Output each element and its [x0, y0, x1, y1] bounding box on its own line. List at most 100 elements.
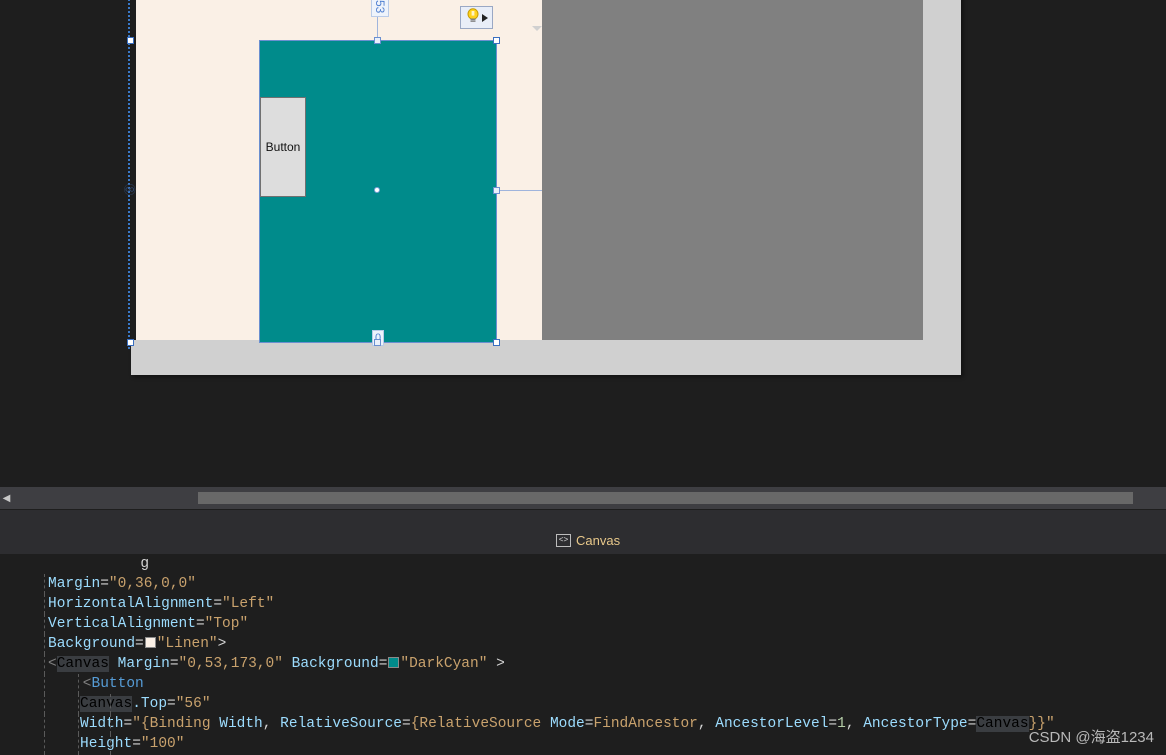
- scrollbar-thumb[interactable]: [198, 492, 1133, 504]
- code-token: "100": [140, 736, 185, 752]
- code-token: HorizontalAlignment: [48, 596, 214, 612]
- code-line[interactable]: <Button: [0, 674, 1166, 694]
- code-line-text: Width="{Binding Width, RelativeSource={R…: [0, 716, 1055, 732]
- indent-guide: [44, 734, 45, 754]
- color-swatch-icon[interactable]: [388, 657, 400, 668]
- grey-filler-area: [542, 0, 923, 340]
- indent-guide: [44, 654, 45, 674]
- code-token: Binding: [149, 716, 211, 732]
- code-token: <: [48, 656, 57, 672]
- code-line-text: <Button: [0, 676, 144, 692]
- code-token: =: [402, 716, 411, 732]
- code-token: =: [195, 616, 205, 632]
- code-token: =: [378, 656, 388, 672]
- code-line[interactable]: Width="{Binding Width, RelativeSource={R…: [0, 714, 1166, 734]
- selection-handle-top-right[interactable]: [493, 37, 500, 44]
- indent-guide: [44, 614, 45, 634]
- scrollbar-track[interactable]: [13, 487, 1166, 509]
- code-token: Background: [291, 656, 379, 672]
- code-token: g: [36, 556, 150, 572]
- chevron-down-icon[interactable]: [532, 26, 542, 31]
- code-token: =: [169, 656, 179, 672]
- code-token: FindAncestor: [593, 716, 698, 732]
- code-line-text: g: [0, 556, 149, 572]
- designer-pane[interactable]: Button 53 173 ♾ ♾ 0: [0, 0, 1166, 486]
- design-surface-button[interactable]: Button: [260, 97, 306, 197]
- code-token: VerticalAlignment: [48, 616, 196, 632]
- selection-handle-bottom-left[interactable]: [127, 339, 134, 346]
- indent-guide: [44, 714, 45, 734]
- code-token: Height: [80, 736, 133, 752]
- code-token: =: [132, 736, 141, 752]
- code-token: <: [48, 676, 92, 692]
- code-token: AncestorType: [863, 716, 968, 732]
- indent-guide: [110, 694, 111, 714]
- code-line[interactable]: <Canvas Margin="0,53,173,0" Background= "…: [0, 654, 1166, 674]
- watermark: CSDN @海盗1234: [1028, 729, 1154, 746]
- code-line-text: <Canvas Margin="0,53,173,0" Background= "…: [0, 656, 505, 672]
- code-line-text: Margin="0,36,0,0": [0, 576, 196, 592]
- selection-handle-bottom-right[interactable]: [493, 339, 500, 346]
- selection-handle-top-left[interactable]: [127, 37, 134, 44]
- code-token: Mode: [549, 716, 585, 732]
- indent-guide: [110, 714, 111, 734]
- smart-tag-panel[interactable]: [460, 6, 493, 29]
- code-token: RelativeSource: [419, 716, 542, 732]
- measurement-cap-bottom: [374, 339, 381, 346]
- code-line[interactable]: Height="100": [0, 734, 1166, 754]
- code-token: "Linen": [156, 636, 218, 652]
- selection-dotted-guide: [128, 0, 130, 349]
- code-line[interactable]: g: [0, 554, 1166, 574]
- code-line[interactable]: HorizontalAlignment="Left": [0, 594, 1166, 614]
- indent-guide: [110, 734, 111, 754]
- code-token: Width: [80, 716, 124, 732]
- code-line[interactable]: Background= "Linen">: [0, 634, 1166, 654]
- indent-guide: [78, 694, 79, 714]
- color-swatch-icon[interactable]: [144, 637, 156, 648]
- code-line-text: Height="100": [0, 736, 184, 752]
- selection-edge-left: [259, 40, 260, 343]
- code-token: Canvas: [976, 716, 1029, 732]
- xml-element-icon: <>: [556, 534, 571, 547]
- code-line[interactable]: Canvas.Top="56": [0, 694, 1166, 714]
- horizontal-scrollbar[interactable]: ◀: [0, 487, 1166, 509]
- indent-guide: [78, 714, 79, 734]
- selection-center-dot[interactable]: [374, 187, 380, 193]
- design-preview-window[interactable]: Button 53 173 ♾ ♾ 0: [123, 0, 961, 375]
- code-token: "{: [132, 716, 150, 732]
- lightbulb-icon[interactable]: [466, 7, 480, 28]
- code-token: ,: [845, 716, 864, 732]
- breadcrumb[interactable]: <> Canvas: [556, 533, 620, 548]
- code-token: Margin: [117, 656, 170, 672]
- indent-guide: [44, 594, 45, 614]
- code-token: "DarkCyan": [400, 656, 488, 672]
- code-token: =: [100, 576, 109, 592]
- code-token: >: [217, 636, 227, 652]
- indent-guide: [78, 674, 79, 694]
- smart-tag-expander-icon[interactable]: [481, 13, 488, 22]
- code-line[interactable]: Margin="0,36,0,0": [0, 574, 1166, 594]
- code-token: =: [135, 636, 144, 652]
- linen-root-panel[interactable]: Button 53 173 ♾ ♾ 0: [123, 0, 677, 349]
- code-token: ,: [697, 716, 716, 732]
- scroll-left-arrow-icon[interactable]: ◀: [0, 487, 13, 509]
- code-token: "0,53,173,0": [178, 656, 283, 672]
- design-button-label: Button: [265, 140, 301, 154]
- indent-guide: [78, 734, 79, 754]
- code-token: Canvas: [56, 656, 109, 672]
- xaml-code-editor[interactable]: g Margin="0,36,0,0" HorizontalAlignment="L…: [0, 554, 1166, 755]
- anchor-chain-icon-left[interactable]: ♾: [123, 183, 136, 198]
- code-token: .Top: [132, 696, 168, 712]
- measurement-cap-top: [374, 37, 381, 44]
- code-token: Margin: [48, 576, 101, 592]
- code-line-text: VerticalAlignment="Top": [0, 616, 248, 632]
- code-line-text: Canvas.Top="56": [0, 696, 211, 712]
- code-token: Canvas: [80, 696, 133, 712]
- code-token: "0,36,0,0": [108, 576, 196, 592]
- indent-guide: [44, 634, 45, 654]
- code-token: "Left": [222, 596, 275, 612]
- breadcrumb-label[interactable]: Canvas: [576, 533, 620, 548]
- code-line[interactable]: VerticalAlignment="Top": [0, 614, 1166, 634]
